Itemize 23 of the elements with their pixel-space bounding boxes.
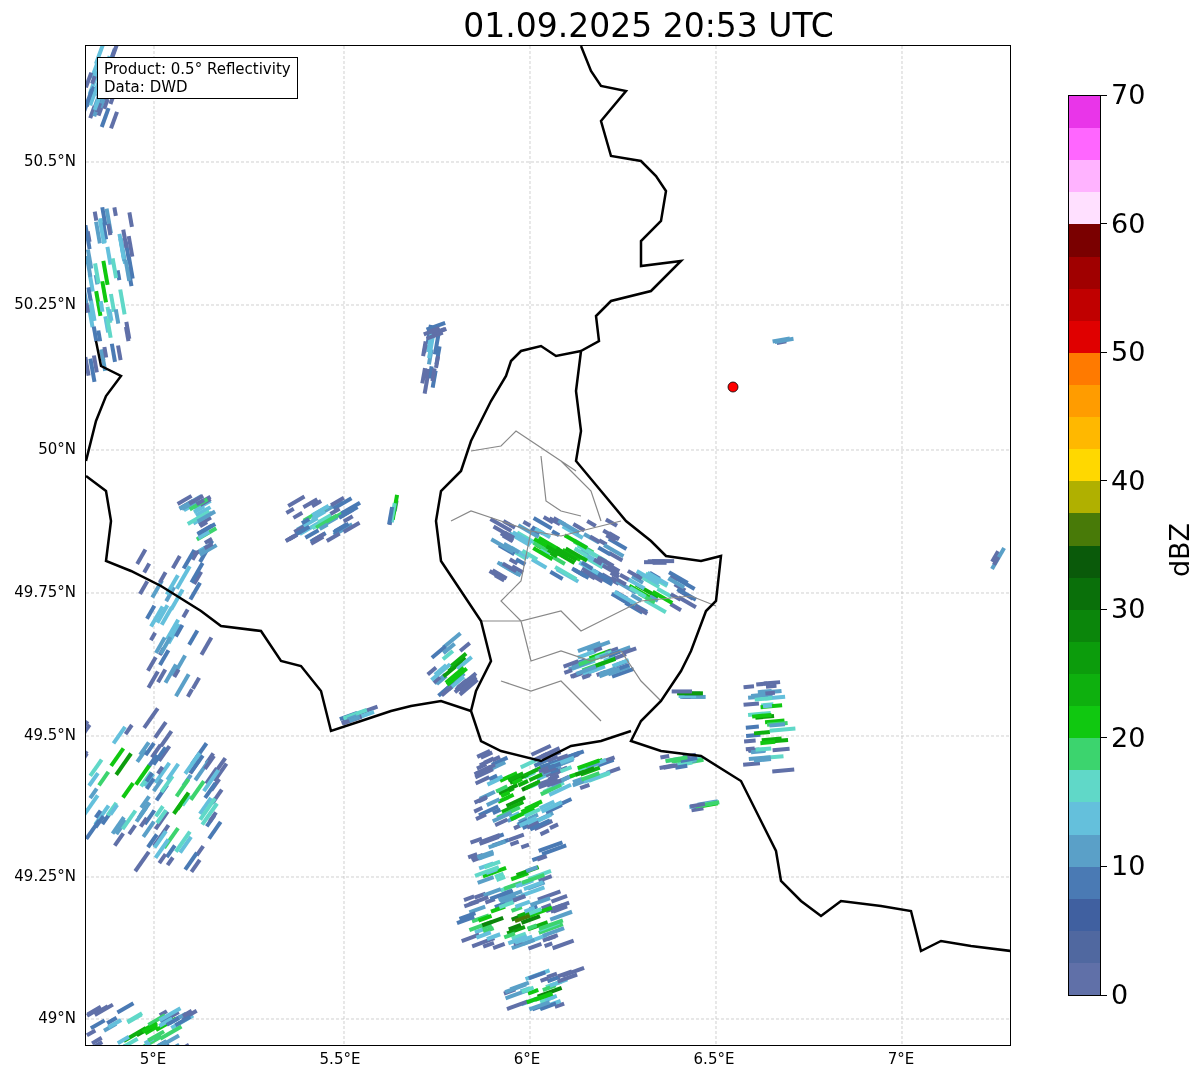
latitude-label: 49.75°N: [14, 583, 76, 601]
longitude-label: 5°E: [139, 1050, 167, 1068]
colorbar-tick-label: 60: [1111, 208, 1146, 239]
longitude-label: 7°E: [887, 1050, 915, 1068]
longitude-label: 5.5°E: [319, 1050, 361, 1068]
colorbar-tick-label: 40: [1111, 465, 1146, 496]
colorbar-tick-label: 10: [1111, 851, 1146, 882]
colorbar-tick-label: 20: [1111, 722, 1146, 753]
colorbar-tick-label: 50: [1111, 337, 1146, 368]
longitude-label: 6°E: [513, 1050, 541, 1068]
colorbar-label: dBZ: [1165, 522, 1195, 578]
info-box: Product: 0.5° Reflectivity Data: DWD: [97, 57, 298, 99]
latitude-label: 50.25°N: [14, 295, 76, 313]
colorbar-tick-label: 0: [1111, 980, 1129, 1010]
latitude-label: 49.5°N: [23, 726, 76, 744]
latitude-label: 49°N: [38, 1009, 76, 1027]
latitude-label: 50°N: [38, 440, 76, 458]
latitude-label: 49.25°N: [14, 867, 76, 885]
chart-title: 01.09.2025 20:53 UTC: [463, 6, 834, 46]
latitude-label: 50.5°N: [23, 152, 76, 170]
longitude-label: 6.5°E: [693, 1050, 735, 1068]
colorbar-tick-label: 70: [1111, 80, 1146, 110]
colorbar-tick-label: 30: [1111, 594, 1146, 625]
